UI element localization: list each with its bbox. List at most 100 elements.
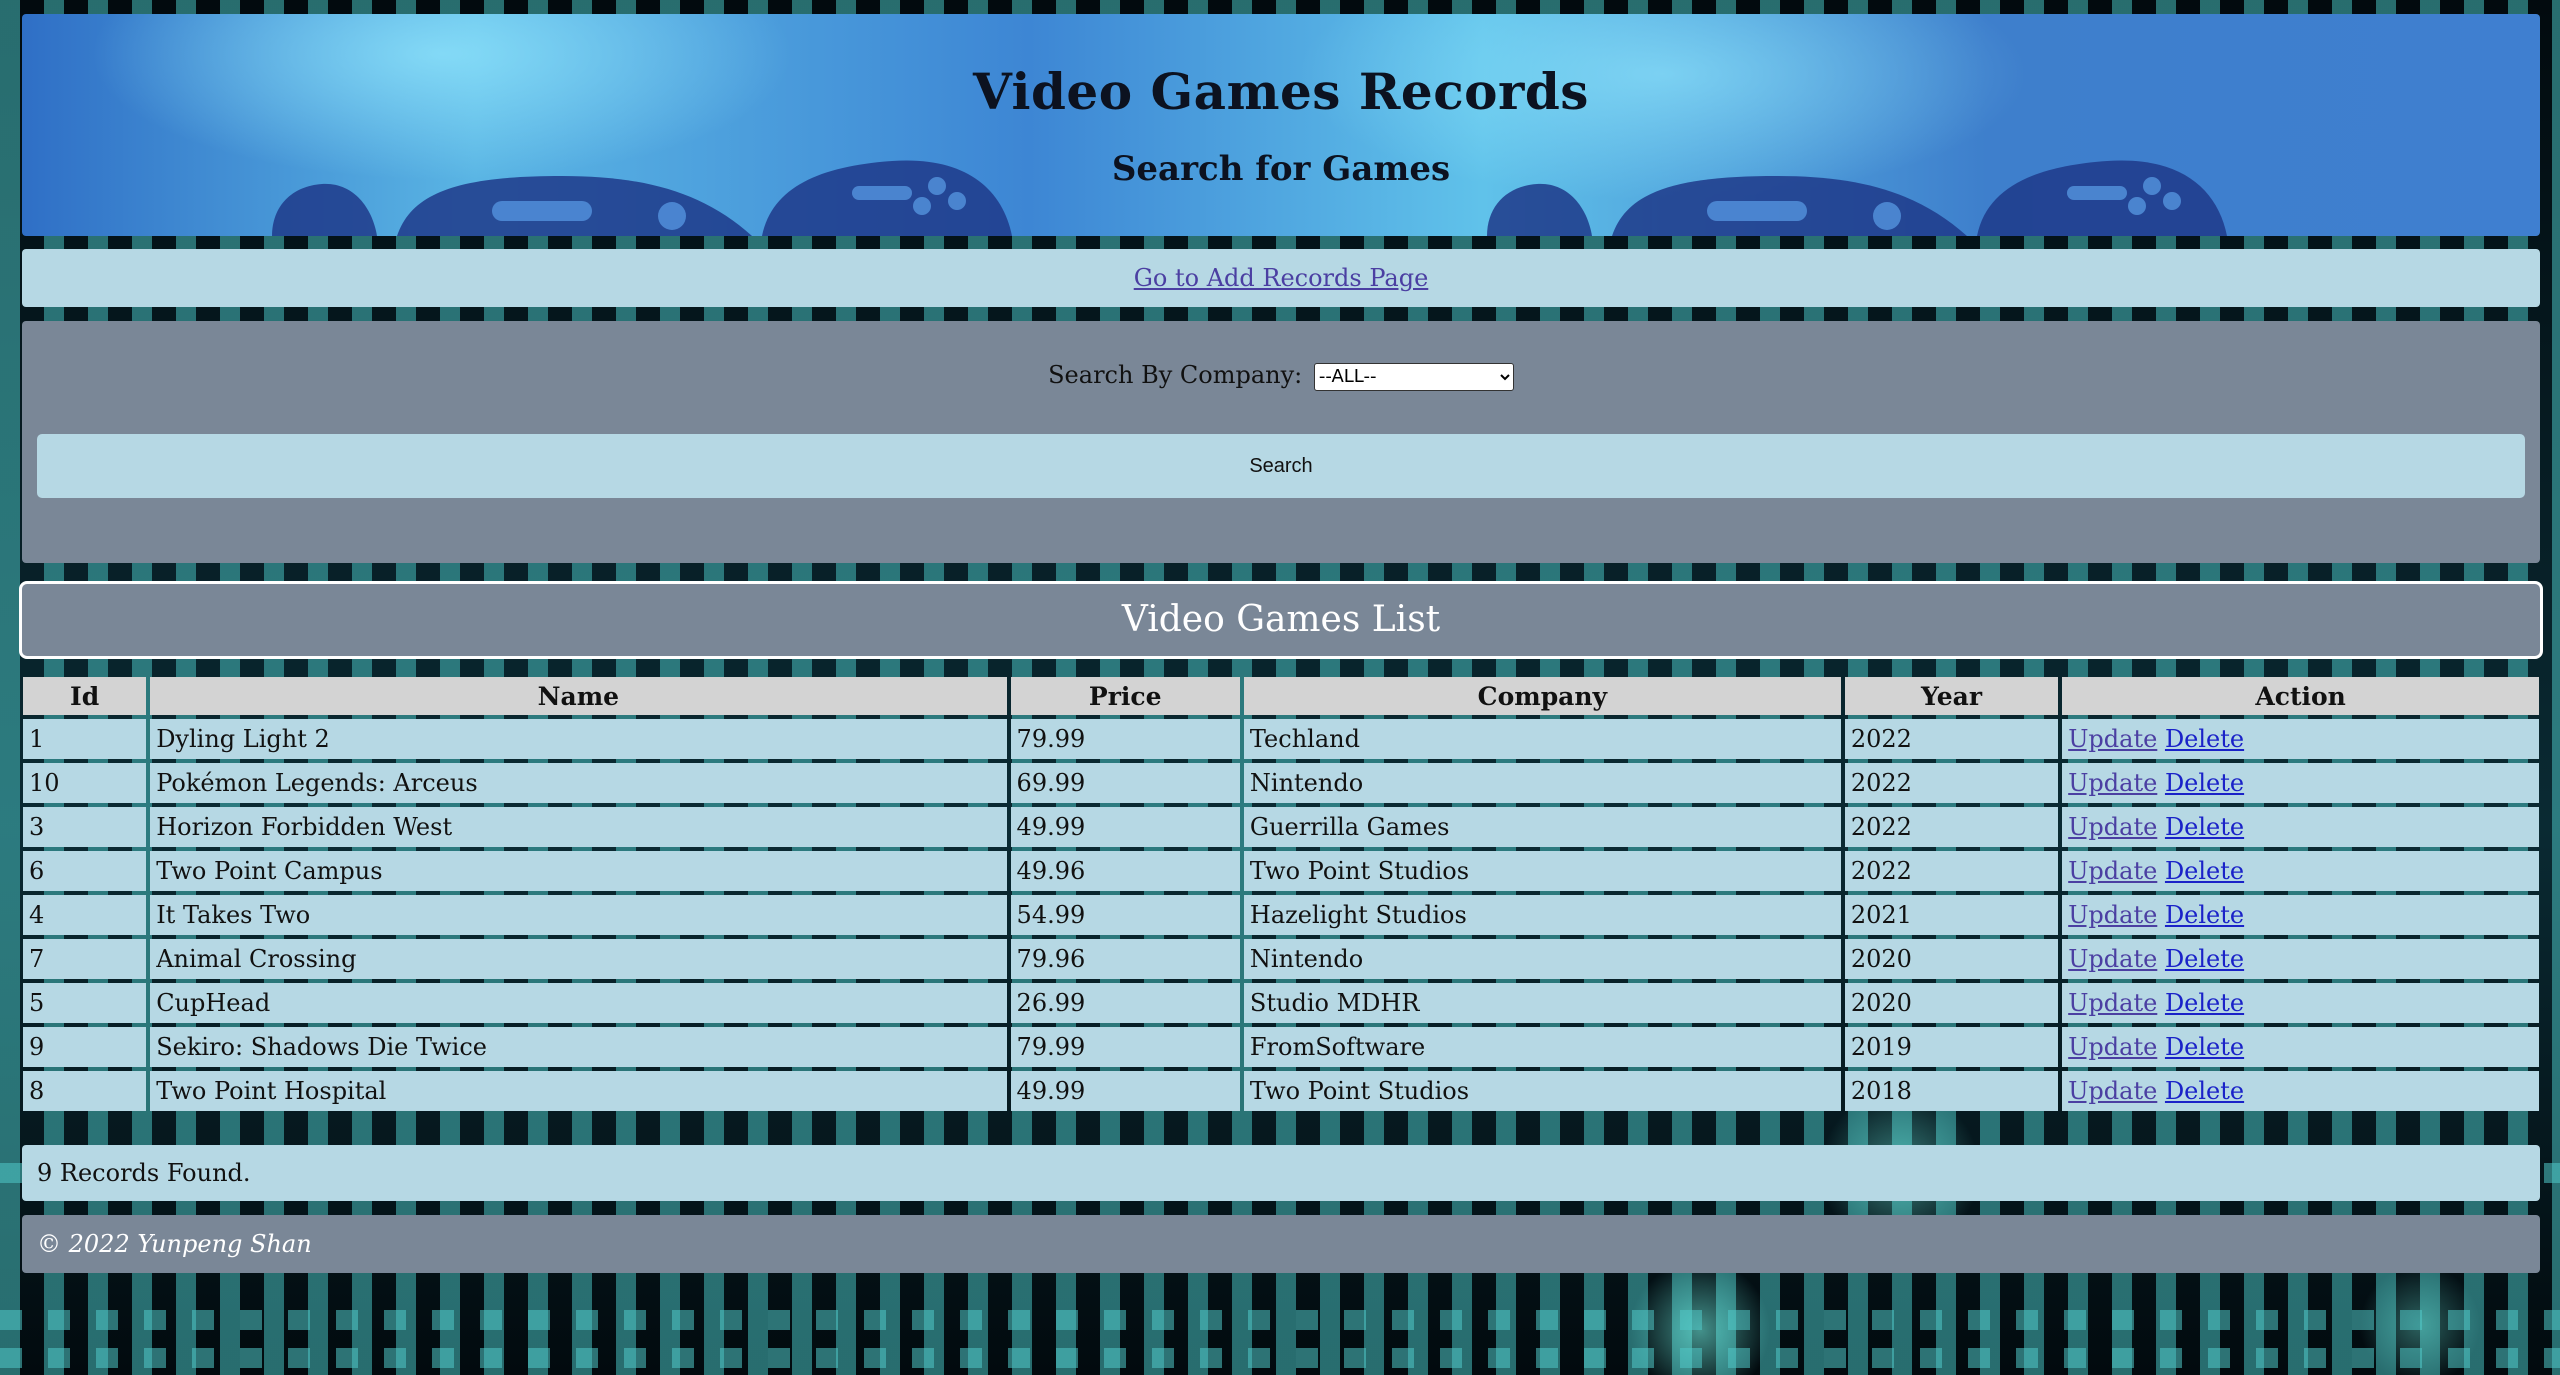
delete-link[interactable]: Delete: [2165, 769, 2244, 797]
table-row: 8 Two Point Hospital 49.99 Two Point Stu…: [23, 1071, 2539, 1111]
records-count-bar: 9 Records Found.: [22, 1145, 2540, 1201]
cell-year: 2021: [1844, 895, 2059, 935]
column-header-price: Price: [1010, 677, 1240, 715]
cell-company: FromSoftware: [1243, 1027, 1841, 1067]
cell-company: Two Point Studios: [1243, 851, 1841, 891]
cell-name: Horizon Forbidden West: [150, 807, 1007, 847]
cell-action: Update Delete: [2062, 939, 2539, 979]
records-count-text: 9 Records Found.: [37, 1159, 251, 1187]
cell-action: Update Delete: [2062, 983, 2539, 1023]
cell-name: CupHead: [150, 983, 1007, 1023]
page-title: Video Games Records: [973, 62, 1589, 121]
update-link[interactable]: Update: [2068, 813, 2157, 841]
table-row: 6 Two Point Campus 49.96 Two Point Studi…: [23, 851, 2539, 891]
column-header-action: Action: [2062, 677, 2539, 715]
table-row: 1 Dyling Light 2 79.99 Techland 2022 Upd…: [23, 719, 2539, 759]
cell-year: 2020: [1844, 939, 2059, 979]
cell-year: 2020: [1844, 983, 2059, 1023]
cell-year: 2022: [1844, 807, 2059, 847]
cell-id: 1: [23, 719, 147, 759]
cell-id: 8: [23, 1071, 147, 1111]
cell-name: Dyling Light 2: [150, 719, 1007, 759]
cell-id: 4: [23, 895, 147, 935]
delete-link[interactable]: Delete: [2165, 857, 2244, 885]
update-link[interactable]: Update: [2068, 989, 2157, 1017]
table-row: 9 Sekiro: Shadows Die Twice 79.99 FromSo…: [23, 1027, 2539, 1067]
add-records-link[interactable]: Go to Add Records Page: [1134, 264, 1429, 292]
cell-id: 10: [23, 763, 147, 803]
delete-link[interactable]: Delete: [2165, 725, 2244, 753]
delete-link[interactable]: Delete: [2165, 1033, 2244, 1061]
cell-company: Two Point Studios: [1243, 1071, 1841, 1111]
search-company-label: Search By Company:: [1048, 361, 1303, 389]
cell-price: 79.96: [1010, 939, 1240, 979]
table-row: 3 Horizon Forbidden West 49.99 Guerrilla…: [23, 807, 2539, 847]
delete-link[interactable]: Delete: [2165, 813, 2244, 841]
cell-year: 2022: [1844, 763, 2059, 803]
update-link[interactable]: Update: [2068, 945, 2157, 973]
cell-id: 3: [23, 807, 147, 847]
cell-name: Two Point Hospital: [150, 1071, 1007, 1111]
column-header-company: Company: [1243, 677, 1841, 715]
nav-bar: Go to Add Records Page: [22, 249, 2540, 307]
cell-price: 26.99: [1010, 983, 1240, 1023]
games-table: Id Name Price Company Year Action 1 Dyli…: [19, 673, 2543, 1115]
page-container: Video Games Records Search for Games Go …: [19, 14, 2543, 1273]
cell-price: 79.99: [1010, 719, 1240, 759]
delete-link[interactable]: Delete: [2165, 945, 2244, 973]
cell-year: 2022: [1844, 851, 2059, 891]
cell-action: Update Delete: [2062, 895, 2539, 935]
search-row: Search By Company: --ALL--: [22, 361, 2540, 391]
copyright-text: © 2022 Yunpeng Shan: [37, 1230, 312, 1258]
update-link[interactable]: Update: [2068, 725, 2157, 753]
cell-company: Nintendo: [1243, 939, 1841, 979]
update-link[interactable]: Update: [2068, 857, 2157, 885]
cell-price: 49.99: [1010, 807, 1240, 847]
company-select[interactable]: --ALL--: [1313, 362, 1514, 391]
cell-action: Update Delete: [2062, 1027, 2539, 1067]
cell-year: 2019: [1844, 1027, 2059, 1067]
cell-name: It Takes Two: [150, 895, 1007, 935]
update-link[interactable]: Update: [2068, 1033, 2157, 1061]
cell-company: Guerrilla Games: [1243, 807, 1841, 847]
page-header: Video Games Records Search for Games: [22, 14, 2540, 236]
cell-company: Nintendo: [1243, 763, 1841, 803]
cell-action: Update Delete: [2062, 851, 2539, 891]
table-header-row: Id Name Price Company Year Action: [23, 677, 2539, 715]
update-link[interactable]: Update: [2068, 901, 2157, 929]
cell-company: Studio MDHR: [1243, 983, 1841, 1023]
cell-action: Update Delete: [2062, 1071, 2539, 1111]
table-row: 4 It Takes Two 54.99 Hazelight Studios 2…: [23, 895, 2539, 935]
table-row: 7 Animal Crossing 79.96 Nintendo 2020 Up…: [23, 939, 2539, 979]
cell-id: 9: [23, 1027, 147, 1067]
cell-action: Update Delete: [2062, 807, 2539, 847]
cell-year: 2018: [1844, 1071, 2059, 1111]
column-header-name: Name: [150, 677, 1007, 715]
cell-id: 7: [23, 939, 147, 979]
cell-name: Sekiro: Shadows Die Twice: [150, 1027, 1007, 1067]
search-button[interactable]: Search: [37, 434, 2525, 498]
column-header-id: Id: [23, 677, 147, 715]
cell-name: Two Point Campus: [150, 851, 1007, 891]
footer: © 2022 Yunpeng Shan: [22, 1215, 2540, 1273]
update-link[interactable]: Update: [2068, 769, 2157, 797]
cell-price: 54.99: [1010, 895, 1240, 935]
delete-link[interactable]: Delete: [2165, 989, 2244, 1017]
cell-company: Hazelight Studios: [1243, 895, 1841, 935]
cell-name: Animal Crossing: [150, 939, 1007, 979]
page-subtitle: Search for Games: [1111, 149, 1451, 189]
update-link[interactable]: Update: [2068, 1077, 2157, 1105]
cell-action: Update Delete: [2062, 763, 2539, 803]
cell-price: 49.96: [1010, 851, 1240, 891]
search-panel: Search By Company: --ALL-- Search: [22, 321, 2540, 563]
delete-link[interactable]: Delete: [2165, 901, 2244, 929]
cell-company: Techland: [1243, 719, 1841, 759]
delete-link[interactable]: Delete: [2165, 1077, 2244, 1105]
table-row: 10 Pokémon Legends: Arceus 69.99 Nintend…: [23, 763, 2539, 803]
cell-price: 69.99: [1010, 763, 1240, 803]
table-row: 5 CupHead 26.99 Studio MDHR 2020 Update …: [23, 983, 2539, 1023]
cell-name: Pokémon Legends: Arceus: [150, 763, 1007, 803]
list-title: Video Games List: [19, 581, 2543, 659]
cell-price: 49.99: [1010, 1071, 1240, 1111]
cell-price: 79.99: [1010, 1027, 1240, 1067]
